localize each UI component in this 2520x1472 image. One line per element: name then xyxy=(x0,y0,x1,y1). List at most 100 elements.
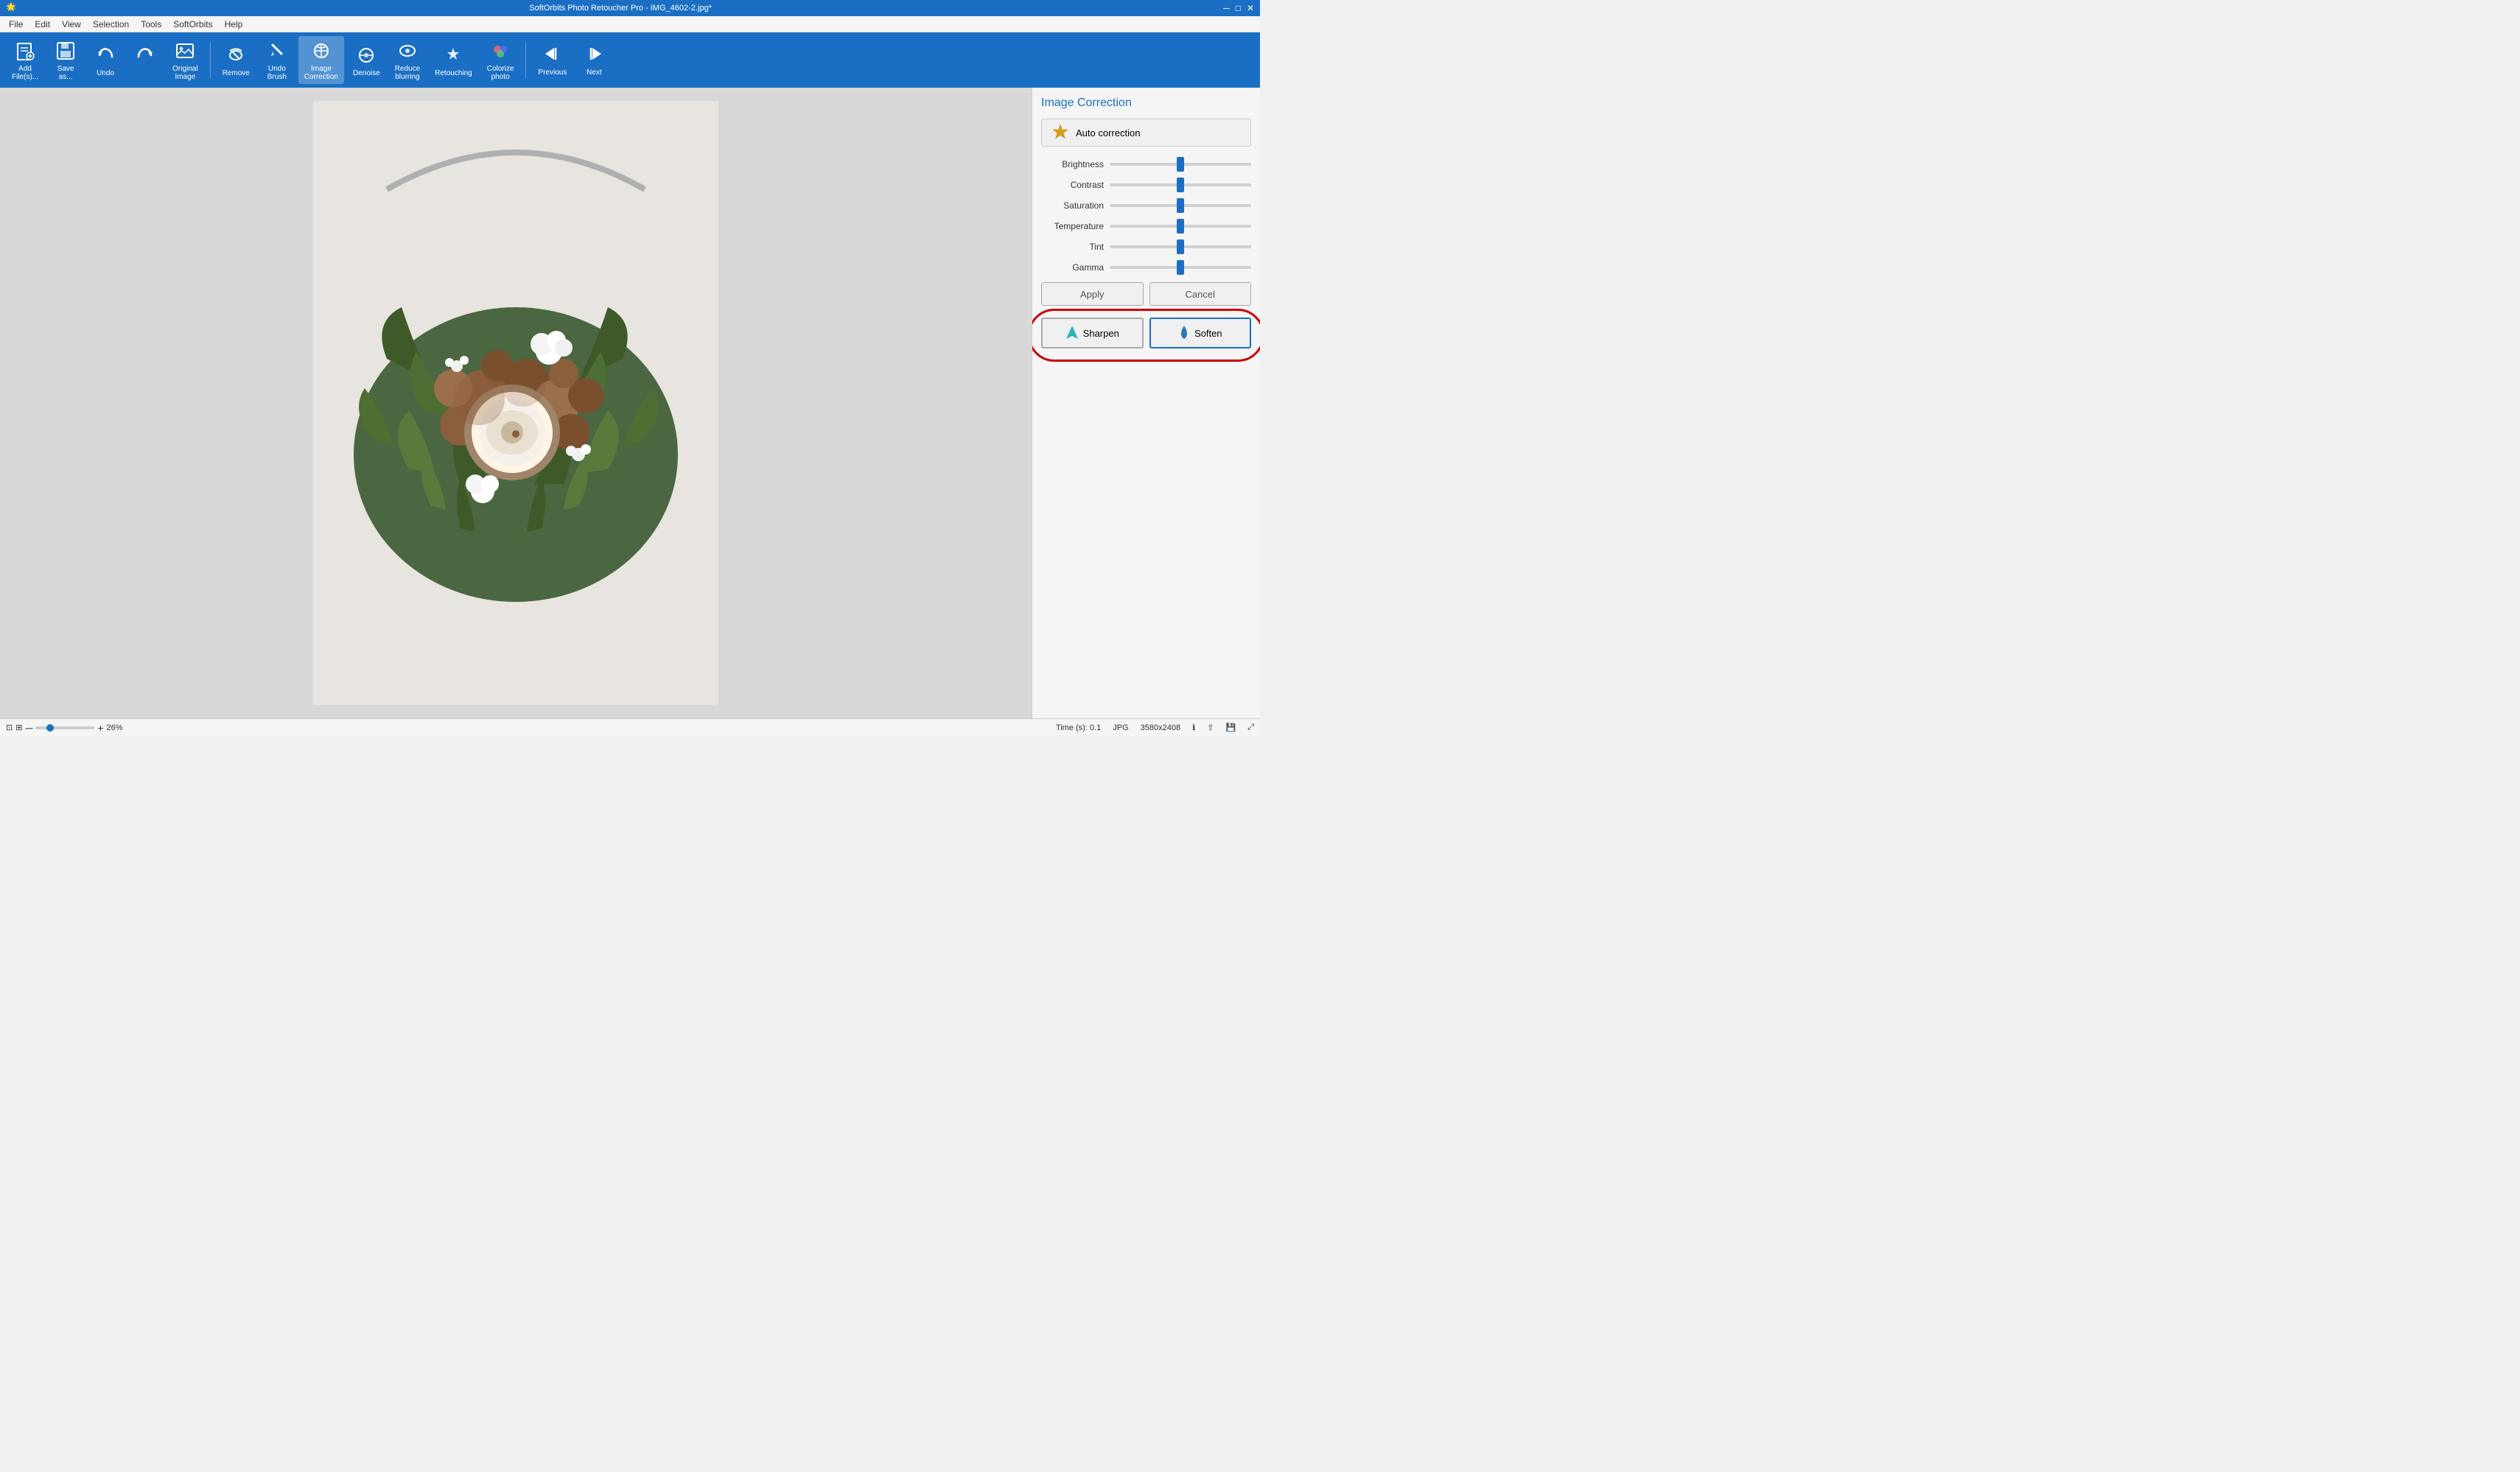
toolbar-sep-2 xyxy=(525,42,526,79)
reduce-blurring-label: Reduceblurring xyxy=(395,65,420,81)
menubar-item-file[interactable]: File xyxy=(3,18,29,31)
undo-brush-button[interactable]: UndoBrush xyxy=(259,36,295,84)
contrast-slider-container xyxy=(1110,179,1251,191)
sharpen-icon xyxy=(1065,324,1079,343)
menubar-item-selection[interactable]: Selection xyxy=(87,18,135,31)
sharpen-button[interactable]: Sharpen xyxy=(1041,318,1144,348)
previous-label: Previous xyxy=(538,69,567,77)
menubar-item-softorbits[interactable]: SoftOrbits xyxy=(167,18,218,31)
previous-button[interactable]: Previous xyxy=(532,36,573,84)
sliders-container: Brightness Contrast Saturation Temperatu… xyxy=(1041,158,1251,273)
save-as-label: Saveas... xyxy=(57,65,74,81)
zoom-slider[interactable] xyxy=(35,726,94,729)
photo-image xyxy=(313,101,718,705)
previous-icon xyxy=(541,43,564,66)
soften-button[interactable]: Soften xyxy=(1149,318,1252,348)
close-button[interactable]: ✕ xyxy=(1247,3,1254,13)
main-area: Image Correction Auto correction Brightn… xyxy=(0,88,1260,718)
menubar-item-help[interactable]: Help xyxy=(219,18,249,31)
cancel-button[interactable]: Cancel xyxy=(1149,282,1252,306)
save-as-button[interactable]: Saveas... xyxy=(47,36,84,84)
dimensions-label: 3580x2408 xyxy=(1141,723,1180,732)
toolbar-sep-1 xyxy=(210,42,211,79)
photo-display xyxy=(0,88,1032,718)
contrast-label: Contrast xyxy=(1041,180,1104,190)
app-icon: 🌟 xyxy=(6,2,18,14)
toolbar: AddFile(s)... Saveas... Undo OriginalIma… xyxy=(0,32,1260,88)
add-files-icon xyxy=(13,39,37,63)
next-button[interactable]: Next xyxy=(575,36,612,84)
reduce-blurring-button[interactable]: Reduceblurring xyxy=(389,36,426,84)
original-image-label: OriginalImage xyxy=(172,65,197,81)
redo-button[interactable] xyxy=(127,36,164,84)
remove-label: Remove xyxy=(223,69,250,77)
tint-slider[interactable] xyxy=(1110,245,1251,248)
denoise-button[interactable]: Denoise xyxy=(347,36,386,84)
share-icon[interactable]: ⇧ xyxy=(1207,723,1214,732)
temperature-slider[interactable] xyxy=(1110,225,1251,228)
undo-icon xyxy=(94,43,117,67)
add-files-button[interactable]: AddFile(s)... xyxy=(6,36,44,84)
saturation-slider[interactable] xyxy=(1110,204,1251,207)
right-panel: Image Correction Auto correction Brightn… xyxy=(1032,88,1260,718)
tint-slider-container xyxy=(1110,241,1251,253)
maximize-button[interactable]: □ xyxy=(1236,3,1241,13)
canvas-area[interactable] xyxy=(0,88,1032,718)
zoom-controls: ⊡ ⊞ ─ + 26% xyxy=(6,722,123,734)
menubar-item-tools[interactable]: Tools xyxy=(135,18,167,31)
minimize-button[interactable]: ─ xyxy=(1223,3,1230,13)
soften-label: Soften xyxy=(1194,328,1222,339)
status-right: Time (s): 0.1 JPG 3580x2408 ℹ ⇧ 💾 ⤢ xyxy=(1056,723,1254,732)
temperature-label: Temperature xyxy=(1041,221,1104,231)
apply-button[interactable]: Apply xyxy=(1041,282,1144,306)
image-correction-label: ImageCorrection xyxy=(304,65,338,81)
next-icon xyxy=(582,43,606,66)
save-as-icon xyxy=(54,39,77,63)
denoise-icon xyxy=(354,43,378,67)
undo-label: Undo xyxy=(97,69,114,77)
redo-icon xyxy=(133,43,157,67)
sharpen-soften-container: Sharpen Soften xyxy=(1041,318,1251,348)
titlebar-controls[interactable]: ─ □ ✕ xyxy=(1223,3,1254,13)
gamma-label: Gamma xyxy=(1041,262,1104,273)
frame-icon[interactable]: ⊞ xyxy=(15,723,22,732)
tint-label: Tint xyxy=(1041,242,1104,252)
zoom-out-button[interactable]: ─ xyxy=(25,722,32,734)
zoom-in-button[interactable]: + xyxy=(97,722,103,734)
zoom-slider-thumb xyxy=(46,724,54,732)
saturation-slider-container xyxy=(1110,200,1251,211)
fit-icon[interactable]: ⊡ xyxy=(6,723,13,732)
auto-correction-icon xyxy=(1051,123,1070,142)
undo-button[interactable]: Undo xyxy=(87,36,124,84)
gamma-slider[interactable] xyxy=(1110,266,1251,269)
saturation-row: Saturation xyxy=(1041,200,1251,211)
image-correction-icon xyxy=(309,39,333,63)
retouching-icon xyxy=(441,43,465,67)
gamma-slider-container xyxy=(1110,262,1251,273)
gamma-row: Gamma xyxy=(1041,262,1251,273)
image-correction-button[interactable]: ImageCorrection xyxy=(298,36,344,84)
titlebar: 🌟 SoftOrbits Photo Retoucher Pro - IMG_4… xyxy=(0,0,1260,16)
titlebar-title: SoftOrbits Photo Retoucher Pro - IMG_460… xyxy=(18,4,1223,13)
menubar-item-edit[interactable]: Edit xyxy=(29,18,56,31)
retouching-button[interactable]: Retouching xyxy=(429,36,478,84)
colorize-label: Colorizephoto xyxy=(487,65,514,81)
auto-correction-button[interactable]: Auto correction xyxy=(1041,119,1251,147)
contrast-slider[interactable] xyxy=(1110,183,1251,186)
brightness-slider[interactable] xyxy=(1110,163,1251,166)
temperature-row: Temperature xyxy=(1041,220,1251,232)
panel-title: Image Correction xyxy=(1041,97,1251,110)
tint-row: Tint xyxy=(1041,241,1251,253)
info-icon[interactable]: ℹ xyxy=(1192,723,1195,732)
menubar-item-view[interactable]: View xyxy=(56,18,87,31)
sharpen-label: Sharpen xyxy=(1083,328,1119,339)
colorize-button[interactable]: Colorizephoto xyxy=(481,36,520,84)
brightness-row: Brightness xyxy=(1041,158,1251,170)
zoom-percent: 26% xyxy=(107,723,123,732)
original-image-button[interactable]: OriginalImage xyxy=(167,36,203,84)
format-label: JPG xyxy=(1113,723,1128,732)
expand-icon[interactable]: ⤢ xyxy=(1247,723,1254,732)
remove-button[interactable]: Remove xyxy=(217,36,256,84)
save-icon[interactable]: 💾 xyxy=(1225,723,1236,732)
undo-brush-icon xyxy=(265,39,289,63)
